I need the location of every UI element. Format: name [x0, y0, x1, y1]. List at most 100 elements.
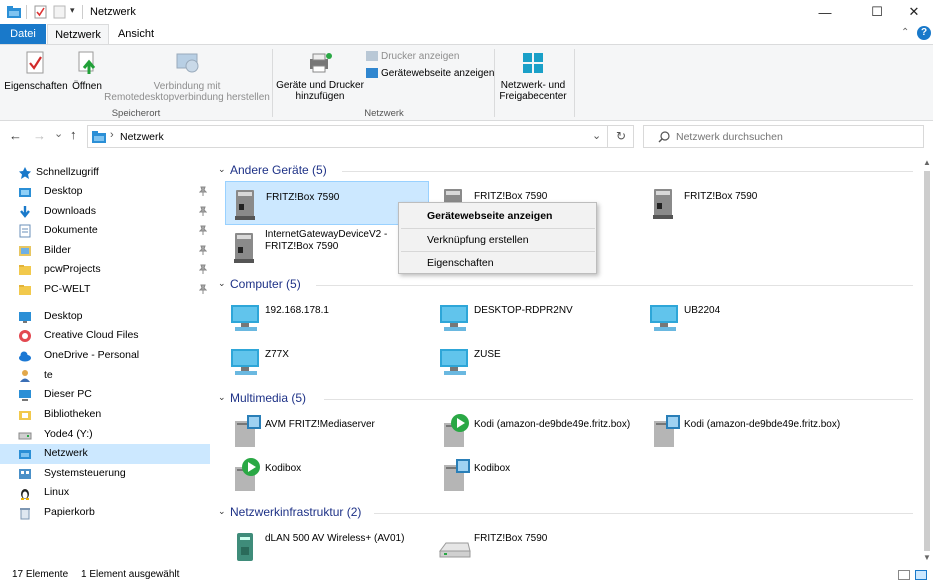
media-server-icon	[654, 415, 680, 447]
scroll-down-icon[interactable]: ▼	[923, 553, 931, 562]
monitor-icon	[231, 349, 259, 375]
sidebar-item-schnellzugriff[interactable]: Schnellzugriff	[0, 163, 210, 183]
sidebar-item-creative-cloud-files[interactable]: Creative Cloud Files	[0, 326, 210, 346]
sidebar-item-dieser-pc[interactable]: Dieser PC	[0, 385, 210, 405]
pin-icon[interactable]	[198, 186, 208, 198]
show-printers-button[interactable]: Drucker anzeigen	[366, 51, 459, 64]
tab-netzwerk[interactable]: Netzwerk	[47, 24, 109, 45]
search-input[interactable]	[676, 129, 916, 144]
tab-ansicht[interactable]: Ansicht	[111, 24, 161, 44]
context-menu-item-device-webpage[interactable]: Gerätewebseite anzeigen	[427, 210, 552, 222]
network-item-tile[interactable]: Kodibox	[434, 453, 639, 497]
group-header-1[interactable]: ⌄ Computer (5)	[213, 276, 915, 294]
sidebar-item-yode4-y[interactable]: Yode4 (Y:)	[0, 425, 210, 445]
this-pc-icon	[19, 390, 31, 401]
context-menu-item-properties[interactable]: Eigenschaften	[427, 257, 494, 269]
item-name: FRITZ!Box 7590	[266, 192, 340, 203]
collapse-chevron-icon[interactable]: ⌄	[218, 164, 226, 175]
sidebar-item-dokumente[interactable]: Dokumente	[0, 221, 210, 241]
network-item-tile[interactable]: Kodi (amazon-de9bde49e.fritz.box)	[434, 409, 639, 453]
scroll-thumb[interactable]	[924, 171, 930, 551]
tab-datei[interactable]: Datei	[0, 24, 46, 44]
network-sharing-center-button[interactable]: Netzwerk- und Freigabecenter	[496, 51, 570, 103]
vertical-scrollbar[interactable]: ▲ ▼	[920, 155, 933, 565]
item-name: InternetGatewayDeviceV2 - FRITZ!Box 7590	[265, 229, 387, 253]
breadcrumb-separator[interactable]: ›	[110, 129, 114, 141]
new-folder-quick-icon[interactable]	[53, 5, 66, 19]
properties-quick-icon[interactable]	[34, 5, 47, 19]
sidebar-item-bilder[interactable]: Bilder	[0, 241, 210, 261]
open-button[interactable]: Öffnen	[68, 51, 106, 101]
sidebar-item-label: Papierkorb	[44, 506, 95, 518]
pin-icon[interactable]	[198, 284, 208, 296]
sidebar-item-label: pcwProjects	[44, 263, 101, 275]
scroll-up-icon[interactable]: ▲	[923, 158, 931, 167]
close-button[interactable]: ✕	[897, 0, 931, 24]
sidebar-item-label: Creative Cloud Files	[44, 329, 139, 341]
sidebar-item-systemsteuerung[interactable]: Systemsteuerung	[0, 464, 210, 484]
sidebar-item-onedrive-personal[interactable]: OneDrive - Personal	[0, 346, 210, 366]
open-label: Öffnen	[72, 81, 102, 92]
network-item-tile[interactable]: FRITZ!Box 7590	[434, 523, 639, 567]
network-item-tile[interactable]: UB2204	[644, 295, 849, 339]
sidebar-item-linux[interactable]: Linux	[0, 483, 210, 503]
collapse-chevron-icon[interactable]: ⌄	[218, 506, 226, 517]
network-item-tile[interactable]: FRITZ!Box 7590	[644, 181, 849, 225]
sidebar-item-pc-welt[interactable]: PC-WELT	[0, 280, 210, 300]
sidebar-item-papierkorb[interactable]: Papierkorb	[0, 503, 210, 523]
sidebar-item-desktop[interactable]: Desktop	[0, 182, 210, 202]
item-name-line-1: InternetGatewayDeviceV2 -	[265, 229, 388, 240]
minimize-button[interactable]: —	[808, 0, 842, 24]
network-item-tile[interactable]: Z77X	[225, 339, 430, 383]
forward-button[interactable]: →	[33, 128, 46, 143]
network-item-tile[interactable]: dLAN 500 AV Wireless+ (AV01)	[225, 523, 430, 567]
network-item-tile[interactable]: Kodi (amazon-de9bde49e.fritz.box)	[644, 409, 849, 453]
up-button[interactable]: ↑	[70, 127, 77, 142]
refresh-button[interactable]: ↻	[616, 129, 626, 143]
customize-quick-access-icon[interactable]: ▾	[70, 5, 75, 16]
item-name: DESKTOP-RDPR2NV	[474, 305, 573, 316]
sidebar-item-te[interactable]: te	[0, 366, 210, 386]
sidebar-item-desktop[interactable]: Desktop	[0, 307, 210, 327]
group-header-2[interactable]: ⌄ Multimedia (5)	[213, 390, 915, 408]
sidebar-item-netzwerk[interactable]: Netzwerk	[0, 444, 210, 464]
collapse-ribbon-icon[interactable]: ⌃	[901, 27, 909, 38]
sidebar-item-downloads[interactable]: Downloads	[0, 202, 210, 222]
pin-icon[interactable]	[198, 264, 208, 276]
sidebar-item-bibliotheken[interactable]: Bibliotheken	[0, 405, 210, 425]
pin-icon[interactable]	[198, 245, 208, 257]
group-header-0[interactable]: ⌄ Andere Geräte (5)	[213, 162, 915, 180]
back-button[interactable]: ←	[9, 128, 22, 143]
maximize-button[interactable]: ☐	[860, 0, 894, 24]
item-name: Kodi (amazon-de9bde49e.fritz.box)	[474, 419, 631, 430]
context-menu: Gerätewebseite anzeigen Verknüpfung erst…	[398, 202, 597, 274]
network-item-tile[interactable]: Kodibox	[225, 453, 430, 497]
help-button[interactable]: ?	[917, 26, 931, 40]
sidebar-item-pcwprojects[interactable]: pcwProjects	[0, 260, 210, 280]
large-icons-view-icon[interactable]	[915, 570, 927, 580]
network-item-tile[interactable]: AVM FRITZ!Mediaserver	[225, 409, 430, 453]
context-menu-item-create-shortcut[interactable]: Verknüpfung erstellen	[427, 234, 529, 246]
devices-printers-icon	[310, 53, 332, 73]
details-view-icon[interactable]	[898, 570, 910, 580]
pin-icon[interactable]	[198, 206, 208, 218]
network-item-tile[interactable]: ZUSE	[434, 339, 639, 383]
recent-locations-button[interactable]: ⌄	[54, 127, 63, 140]
group-header-3[interactable]: ⌄ Netzwerkinfrastruktur (2)	[213, 504, 915, 522]
add-devices-button[interactable]: Geräte und Drucker hinzufügen	[274, 51, 366, 103]
properties-button[interactable]: Eigenschaften	[4, 51, 68, 101]
breadcrumb-netzwerk[interactable]: Netzwerk	[120, 131, 164, 143]
remote-desktop-icon	[176, 53, 199, 73]
collapse-chevron-icon[interactable]: ⌄	[218, 278, 226, 289]
search-box[interactable]	[643, 125, 924, 148]
address-bar[interactable]: › Netzwerk ⌄ ↻	[87, 125, 634, 148]
network-item-tile[interactable]: 192.168.178.1	[225, 295, 430, 339]
collapse-chevron-icon[interactable]: ⌄	[218, 392, 226, 403]
item-name: 192.168.178.1	[265, 305, 329, 316]
device-webpage-button[interactable]: Gerätewebseite anzeigen	[366, 68, 494, 81]
pin-icon[interactable]	[198, 225, 208, 237]
libraries-icon	[19, 411, 31, 420]
address-dropdown-button[interactable]: ⌄	[592, 129, 601, 142]
network-item-tile[interactable]: DESKTOP-RDPR2NV	[434, 295, 639, 339]
remote-desktop-button[interactable]: Verbindung mit Remotedesktopverbindung h…	[104, 51, 270, 103]
